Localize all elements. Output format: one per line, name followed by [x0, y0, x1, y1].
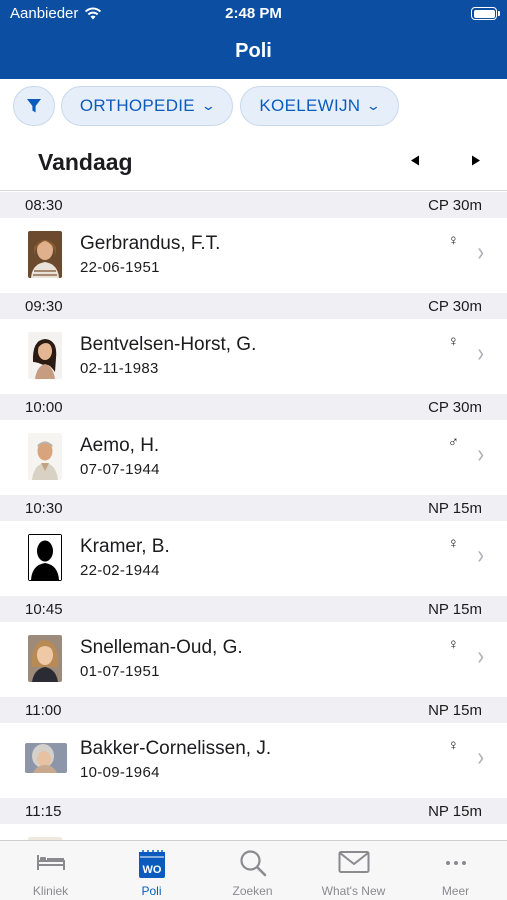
tab-zoeken[interactable]: Zoeken — [202, 841, 303, 900]
time-slot-header: 10:00 CP 30m — [0, 394, 507, 420]
patient-row[interactable]: Bakker-Cornelissen, J. 10-09-1964 ♀ › — [0, 723, 507, 798]
slot-time: 08:30 — [25, 197, 63, 214]
slot-type: CP 30m — [428, 298, 482, 315]
time-slot-header: 11:00 NP 15m — [0, 697, 507, 723]
patient-photo — [28, 231, 62, 278]
female-icon: ♀ — [447, 232, 459, 249]
filter-bar: ORTHOPEDIE ⌄ KOELEWIJN ⌄ — [0, 79, 507, 134]
male-icon: ♂ — [447, 434, 459, 451]
slot-type: CP 30m — [428, 197, 482, 214]
patient-dob: 02-11-1983 — [80, 360, 159, 377]
header-bar: Aanbieder 2:48 PM Poli — [0, 0, 507, 79]
triangle-left-icon — [411, 155, 419, 166]
slot-type: NP 15m — [428, 702, 482, 719]
slot-type: NP 15m — [428, 601, 482, 618]
patient-name: Snelleman-Oud, G. — [80, 637, 243, 658]
tab-poli[interactable]: WO Poli — [101, 841, 202, 900]
previous-day-button[interactable] — [410, 154, 420, 169]
slot-time: 10:30 — [25, 500, 63, 517]
time-slot-header: 10:30 NP 15m — [0, 495, 507, 521]
doctor-dropdown[interactable]: KOELEWIJN ⌄ — [240, 86, 399, 126]
patient-photo-placeholder — [28, 534, 62, 581]
doctor-label: KOELEWIJN — [259, 96, 361, 115]
tab-label: Zoeken — [232, 884, 273, 898]
chevron-right-icon: › — [477, 339, 484, 369]
department-label: ORTHOPEDIE — [79, 96, 195, 115]
patient-dob: 10-09-1964 — [80, 764, 160, 781]
patient-row[interactable]: Snelleman-Oud, G. 01-07-1951 ♀ › — [0, 622, 507, 697]
filter-button[interactable] — [13, 86, 55, 126]
slot-time: 10:00 — [25, 399, 63, 416]
patient-name: Aemo, H. — [80, 435, 160, 456]
patient-row[interactable]: Bentvelsen-Horst, G. 02-11-1983 ♀ › — [0, 319, 507, 394]
patient-photo — [28, 433, 62, 480]
patient-dob: 22-02-1944 — [80, 562, 160, 579]
patient-row[interactable]: Gerbrandus, F.T. 22-06-1951 ♀ › — [0, 218, 507, 293]
chevron-down-icon: ⌄ — [366, 98, 382, 113]
tab-label: Meer — [441, 884, 470, 898]
slot-time: 10:45 — [25, 601, 63, 618]
slot-time: 11:00 — [25, 702, 62, 719]
patient-dob: 22-06-1951 — [80, 259, 160, 276]
patient-row[interactable] — [0, 824, 507, 840]
more-icon — [445, 861, 466, 865]
patient-photo — [28, 635, 62, 682]
patient-row[interactable]: Aemo, H. 07-07-1944 ♂ › — [0, 420, 507, 495]
battery-icon — [471, 7, 500, 20]
calendar-wo-icon: WO — [138, 850, 165, 878]
tab-kliniek[interactable]: Kliniek — [0, 841, 101, 900]
patient-name: Gerbrandus, F.T. — [80, 233, 221, 254]
slot-time: 11:15 — [25, 803, 62, 820]
female-icon: ♀ — [447, 737, 459, 754]
slot-type: NP 15m — [428, 803, 482, 820]
time-slot-header: 08:30 CP 30m — [0, 192, 507, 218]
department-dropdown[interactable]: ORTHOPEDIE ⌄ — [61, 86, 233, 126]
patient-dob: 07-07-1944 — [80, 461, 160, 478]
tab-bar: Kliniek WO Poli Zoeken What's New Meer — [0, 840, 507, 900]
patient-dob: 01-07-1951 — [80, 663, 160, 680]
patient-photo — [28, 332, 62, 379]
search-icon — [239, 850, 266, 877]
patient-row[interactable]: Kramer, B. 22-02-1944 ♀ › — [0, 521, 507, 596]
next-day-button[interactable] — [471, 154, 481, 169]
patient-name: Bakker-Cornelissen, J. — [80, 738, 272, 759]
patient-name: Kramer, B. — [80, 536, 170, 557]
tab-meer[interactable]: Meer — [405, 841, 506, 900]
chevron-right-icon: › — [477, 642, 484, 672]
female-icon: ♀ — [447, 333, 459, 350]
filter-icon — [27, 99, 41, 113]
chevron-right-icon: › — [477, 743, 484, 773]
slot-type: NP 15m — [428, 500, 482, 517]
chevron-down-icon: ⌄ — [200, 98, 217, 113]
female-icon: ♀ — [447, 535, 459, 552]
time-slot-header: 09:30 CP 30m — [0, 293, 507, 319]
chevron-right-icon: › — [477, 238, 484, 268]
tab-whats-new[interactable]: What's New — [303, 841, 404, 900]
bed-icon — [36, 855, 65, 870]
triangle-right-icon — [472, 155, 480, 166]
female-icon: ♀ — [447, 636, 459, 653]
tab-label: Poli — [141, 884, 162, 898]
chevron-right-icon: › — [477, 541, 484, 571]
patient-photo — [25, 743, 67, 773]
mail-icon — [338, 851, 369, 873]
patient-name: Bentvelsen-Horst, G. — [80, 334, 257, 355]
time-slot-header: 11:15 NP 15m — [0, 798, 507, 824]
slot-time: 09:30 — [25, 298, 63, 315]
tab-label: What's New — [321, 884, 386, 898]
tab-label: Kliniek — [32, 884, 69, 898]
status-bar: Aanbieder 2:48 PM — [0, 0, 507, 28]
date-navigator: Vandaag — [0, 134, 507, 191]
chevron-right-icon: › — [477, 440, 484, 470]
slot-type: CP 30m — [428, 399, 482, 416]
svg-text:WO: WO — [142, 864, 161, 876]
date-label: Vandaag — [38, 149, 133, 175]
page-title: Poli — [235, 40, 272, 62]
appointment-list[interactable]: 08:30 CP 30m Gerbrandus, F.T. 22-06-1951… — [0, 192, 507, 840]
time-slot-header: 10:45 NP 15m — [0, 596, 507, 622]
status-time: 2:48 PM — [225, 5, 282, 22]
